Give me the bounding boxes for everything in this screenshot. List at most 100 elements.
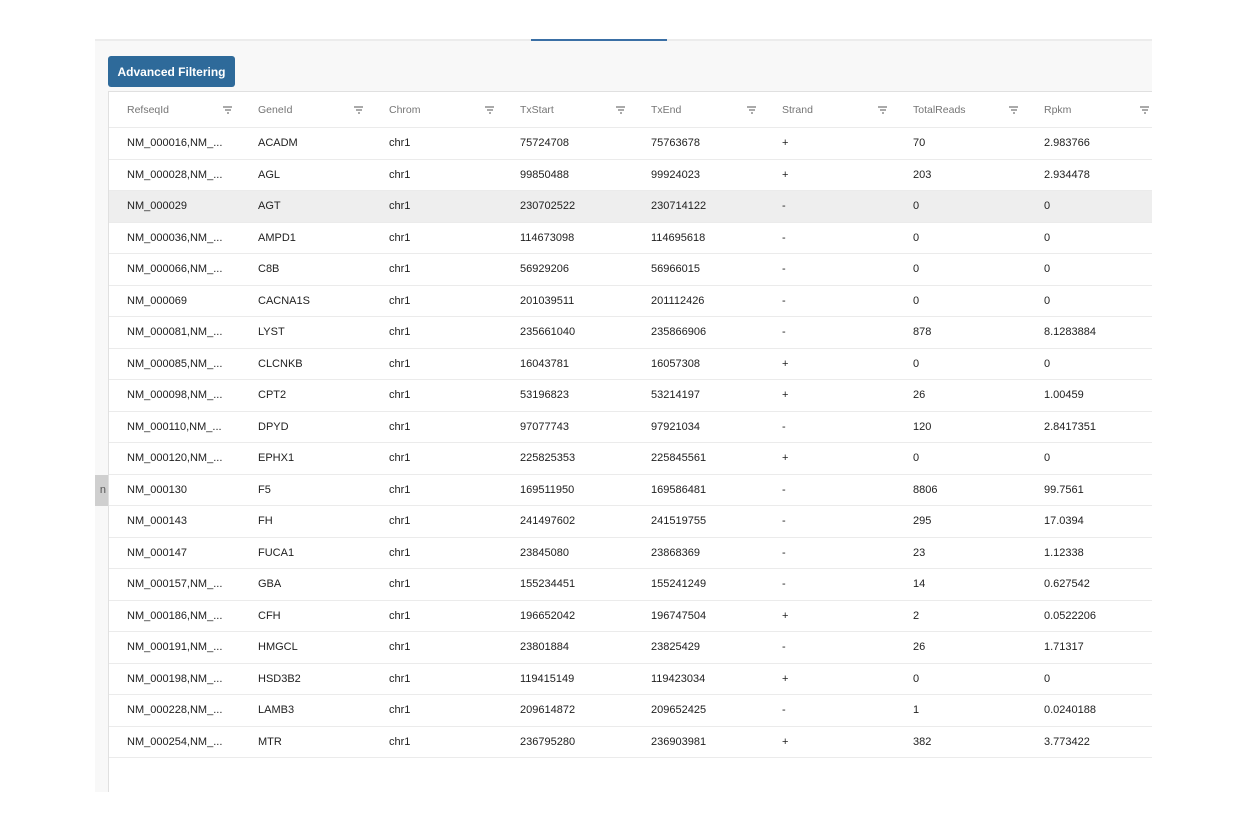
table-row[interactable]: NM_000028,NM_... AGL chr1 99850488 99924023 +… [109, 160, 1152, 191]
filter-icon[interactable] [1140, 106, 1149, 113]
cell-totalreads: 70 [913, 137, 926, 150]
cell-strand: + [782, 389, 789, 402]
column-header-totalreads[interactable]: TotalReads [895, 104, 1026, 116]
cell-strand: - [782, 294, 786, 307]
column-header-label: Chrom [389, 103, 421, 116]
cell-totalreads: 2 [913, 609, 920, 622]
cell-totalreads: 14 [913, 578, 926, 591]
column-header-rpkm[interactable]: Rpkm [1026, 104, 1152, 116]
table-row[interactable]: NM_000147 FUCA1 chr1 23845080 23868369 - 23 1.1… [109, 538, 1152, 569]
side-panel-toggle[interactable]: n [95, 475, 108, 506]
cell-rpkm: 0 [1044, 294, 1051, 307]
cell-chrom: chr1 [389, 452, 411, 465]
cell-refseqid: NM_000098,NM_... [127, 389, 223, 402]
cell-refseqid: NM_000028,NM_... [127, 168, 223, 181]
cell-rpkm: 0 [1044, 263, 1051, 276]
column-header-strand[interactable]: Strand [764, 104, 895, 116]
cell-strand: + [782, 137, 789, 150]
cell-geneid: F5 [258, 483, 271, 496]
cell-geneid: MTR [258, 735, 282, 748]
column-header-refseqid[interactable]: RefseqId [109, 104, 240, 116]
cell-strand: + [782, 168, 789, 181]
column-header-label: GeneId [258, 103, 293, 116]
cell-totalreads: 120 [913, 420, 932, 433]
cell-txstart: 23845080 [520, 546, 569, 559]
cell-txend: 235866906 [651, 326, 707, 339]
table-row[interactable]: NM_000120,NM_... EPHX1 chr1 225825353 225845… [109, 443, 1152, 475]
cell-chrom: chr1 [389, 546, 411, 559]
cell-refseqid: NM_000147 [127, 546, 187, 559]
cell-txend: 196747504 [651, 609, 707, 622]
cell-strand: + [782, 672, 789, 685]
cell-refseqid: NM_000069 [127, 294, 187, 307]
cell-geneid: AGL [258, 168, 281, 181]
filter-icon[interactable] [1009, 106, 1018, 113]
filter-icon[interactable] [354, 106, 363, 113]
table-row[interactable]: NM_000143 FH chr1 241497602 241519755 - 295 17.… [109, 506, 1152, 538]
cell-chrom: chr1 [389, 609, 411, 622]
cell-rpkm: 0 [1044, 200, 1051, 213]
cell-rpkm: 0 [1044, 672, 1051, 685]
cell-txstart: 97077743 [520, 420, 569, 433]
cell-txstart: 209614872 [520, 704, 576, 717]
table-row[interactable]: NM_000130 F5 chr1 169511950 169586481 - 8806 99… [109, 475, 1152, 506]
cell-txstart: 53196823 [520, 389, 569, 402]
table-row[interactable]: NM_000098,NM_... CPT2 chr1 53196823 53214197… [109, 380, 1152, 412]
cell-strand: - [782, 483, 786, 496]
cell-geneid: CLCNKB [258, 357, 303, 370]
column-header-label: TotalReads [913, 103, 966, 116]
table-row[interactable]: NM_000066,NM_... C8B chr1 56929206 56966015 -… [109, 254, 1152, 286]
table-row[interactable]: NM_000110,NM_... DPYD chr1 97077743 97921034… [109, 412, 1152, 443]
cell-refseqid: NM_000191,NM_... [127, 641, 223, 654]
table-row[interactable]: NM_000186,NM_... CFH chr1 196652042 19674750… [109, 601, 1152, 632]
column-header-txend[interactable]: TxEnd [633, 104, 764, 116]
filter-icon[interactable] [485, 106, 494, 113]
table-row[interactable]: NM_000254,NM_... MTR chr1 236795280 23690398… [109, 727, 1152, 758]
cell-totalreads: 0 [913, 294, 920, 307]
table-row[interactable]: NM_000198,NM_... HSD3B2 chr1 119415149 11942… [109, 664, 1152, 695]
cell-strand: - [782, 231, 786, 244]
cell-rpkm: 2.983766 [1044, 137, 1090, 150]
tab-bar [95, 0, 1152, 41]
cell-refseqid: NM_000110,NM_... [127, 420, 222, 433]
table-row[interactable]: NM_000081,NM_... LYST chr1 235661040 2358669… [109, 317, 1152, 349]
cell-txstart: 225825353 [520, 452, 576, 465]
table-row[interactable]: NM_000228,NM_... LAMB3 chr1 209614872 209652… [109, 695, 1152, 727]
table-row[interactable]: NM_000157,NM_... GBA chr1 155234451 15524124… [109, 569, 1152, 601]
cell-strand: - [782, 704, 786, 717]
advanced-filtering-button[interactable]: Advanced Filtering [108, 56, 235, 87]
cell-txstart: 99850488 [520, 168, 569, 181]
table-row[interactable]: NM_000069 CACNA1S chr1 201039511 201112426 - 0… [109, 286, 1152, 317]
table-row[interactable]: NM_000085,NM_... CLCNKB chr1 16043781 160573… [109, 349, 1152, 380]
cell-rpkm: 2.934478 [1044, 168, 1090, 181]
table-row[interactable]: NM_000191,NM_... HMGCL chr1 23801884 2382542… [109, 632, 1152, 664]
cell-refseqid: NM_000066,NM_... [127, 263, 223, 276]
cell-txend: 225845561 [651, 452, 707, 465]
cell-strand: - [782, 515, 786, 528]
filter-icon[interactable] [223, 106, 232, 113]
cell-strand: - [782, 326, 786, 339]
cell-txend: 53214197 [651, 389, 700, 402]
filter-icon[interactable] [616, 106, 625, 113]
cell-txend: 169586481 [651, 483, 707, 496]
table-row[interactable]: NM_000029 AGT chr1 230702522 230714122 - 0 0 [109, 191, 1152, 223]
cell-rpkm: 8.1283884 [1044, 326, 1096, 339]
filter-icon[interactable] [747, 106, 756, 113]
table-row[interactable]: NM_000036,NM_... AMPD1 chr1 114673098 114695… [109, 223, 1152, 254]
column-header-chrom[interactable]: Chrom [371, 104, 502, 116]
table-row[interactable]: NM_000016,NM_... ACADM chr1 75724708 7576367… [109, 128, 1152, 160]
cell-geneid: C8B [258, 263, 280, 276]
cell-txend: 119423034 [651, 672, 706, 685]
column-header-geneid[interactable]: GeneId [240, 104, 371, 116]
column-header-txstart[interactable]: TxStart [502, 104, 633, 116]
cell-geneid: FUCA1 [258, 546, 295, 559]
cell-refseqid: NM_000085,NM_... [127, 357, 223, 370]
cell-geneid: AGT [258, 200, 281, 213]
filter-icon[interactable] [878, 106, 887, 113]
cell-txstart: 196652042 [520, 609, 576, 622]
cell-txstart: 114673098 [520, 231, 575, 244]
cell-refseqid: NM_000130 [127, 483, 187, 496]
cell-rpkm: 0 [1044, 357, 1051, 370]
cell-txstart: 241497602 [520, 515, 576, 528]
cell-rpkm: 0 [1044, 231, 1051, 244]
